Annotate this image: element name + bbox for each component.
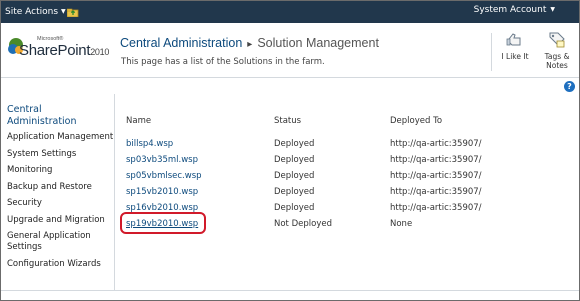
- help-icon[interactable]: ?: [564, 81, 575, 92]
- column-header-status[interactable]: Status: [274, 116, 301, 126]
- chevron-down-icon: ▼: [61, 8, 66, 15]
- solution-status: Deployed: [274, 187, 315, 197]
- solution-name-link[interactable]: sp03vb35ml.wsp: [126, 155, 198, 165]
- tags-notes-button[interactable]: Tags & Notes: [537, 26, 577, 74]
- divider: [491, 33, 492, 71]
- left-navigation: Central Administration Application Manag…: [1, 94, 115, 290]
- nav-item-configuration-wizards[interactable]: Configuration Wizards: [7, 259, 115, 270]
- help-strip: ?: [1, 79, 579, 94]
- tag-note-icon: [549, 32, 565, 48]
- sharepoint-logo: Microsoft® SharePoint2010: [7, 33, 117, 69]
- account-label: System Account: [473, 5, 547, 15]
- site-actions-menu[interactable]: Site Actions ▼: [5, 7, 66, 17]
- solution-deployed-to: http://qa-artic:35907/: [390, 187, 482, 197]
- nav-item-security[interactable]: Security: [7, 198, 115, 209]
- tags-notes-label-line2: Notes: [546, 61, 568, 70]
- table-row: sp05vbmlsec.wsp Deployed http://qa-artic…: [116, 168, 576, 184]
- table-row: sp15vb2010.wsp Deployed http://qa-artic:…: [116, 184, 576, 200]
- solution-deployed-to: http://qa-artic:35907/: [390, 139, 482, 149]
- solution-status: Deployed: [274, 171, 315, 181]
- nav-heading-line1: Central: [7, 104, 42, 115]
- nav-item-label-wrap: Settings: [7, 242, 42, 252]
- tags-notes-label: Tags &: [544, 52, 570, 61]
- solution-name-link[interactable]: sp15vb2010.wsp: [126, 187, 198, 197]
- nav-item-upgrade-and-migration[interactable]: Upgrade and Migration: [7, 215, 115, 226]
- site-actions-label: Site Actions: [5, 7, 59, 17]
- solution-status: Not Deployed: [274, 219, 332, 229]
- solutions-table: Name Status Deployed To billsp4.wsp Depl…: [116, 94, 576, 290]
- breadcrumb: Central Administration ▸ Solution Manageme…: [120, 36, 379, 50]
- product-name: SharePoint2010: [19, 42, 109, 59]
- solution-deployed-to: http://qa-artic:35907/: [390, 203, 482, 213]
- solution-name-link[interactable]: billsp4.wsp: [126, 139, 173, 149]
- column-header-deployed-to[interactable]: Deployed To: [390, 116, 442, 126]
- i-like-it-label: I Like It: [501, 52, 529, 61]
- nav-heading-central-admin[interactable]: Central Administration: [7, 104, 107, 128]
- table-body: billsp4.wsp Deployed http://qa-artic:359…: [116, 136, 576, 234]
- thumbs-up-icon: [506, 33, 521, 46]
- title-area: Microsoft® SharePoint2010 Central Admini…: [1, 23, 579, 78]
- nav-item-general-application-settings[interactable]: General Application Settings: [7, 231, 115, 253]
- ribbon-bar: Site Actions ▼ System Account ▼: [1, 1, 579, 23]
- i-like-it-button[interactable]: I Like It: [495, 26, 535, 74]
- solution-deployed-to: None: [390, 219, 413, 229]
- table-row: billsp4.wsp Deployed http://qa-artic:359…: [116, 136, 576, 152]
- table-row: sp19vb2010.wsp Not Deployed None: [116, 212, 576, 234]
- page-description: This page has a list of the Solutions in…: [121, 57, 325, 67]
- nav-item-label: General Application: [7, 231, 91, 241]
- solution-name-link[interactable]: sp19vb2010.wsp: [126, 219, 198, 229]
- solution-status: Deployed: [274, 203, 315, 213]
- solution-deployed-to: http://qa-artic:35907/: [390, 155, 482, 165]
- nav-item-backup-and-restore[interactable]: Backup and Restore: [7, 182, 115, 193]
- solution-status: Deployed: [274, 155, 315, 165]
- nav-heading-line2: Administration: [7, 116, 77, 127]
- product-year: 2010: [90, 47, 110, 57]
- breadcrumb-central-admin[interactable]: Central Administration: [120, 36, 242, 50]
- account-menu[interactable]: System Account ▼: [474, 5, 555, 15]
- column-header-name[interactable]: Name: [126, 116, 151, 126]
- chevron-down-icon: ▼: [550, 6, 555, 13]
- solution-status: Deployed: [274, 139, 315, 149]
- product-wordmark: SharePoint: [19, 42, 91, 59]
- breadcrumb-separator-icon: ▸: [247, 39, 253, 50]
- table-row: sp03vb35ml.wsp Deployed http://qa-artic:…: [116, 152, 576, 168]
- bottom-divider: [1, 290, 579, 291]
- page-title: Solution Management: [257, 36, 379, 50]
- solution-deployed-to: http://qa-artic:35907/: [390, 171, 482, 181]
- nav-item-system-settings[interactable]: System Settings: [7, 149, 115, 160]
- nav-item-application-management[interactable]: Application Management: [7, 132, 115, 143]
- nav-item-monitoring[interactable]: Monitoring: [7, 165, 115, 176]
- nav-list: Application Management System Settings M…: [7, 132, 115, 275]
- navigate-up-icon[interactable]: [67, 7, 79, 17]
- solution-name-link[interactable]: sp05vbmlsec.wsp: [126, 171, 202, 181]
